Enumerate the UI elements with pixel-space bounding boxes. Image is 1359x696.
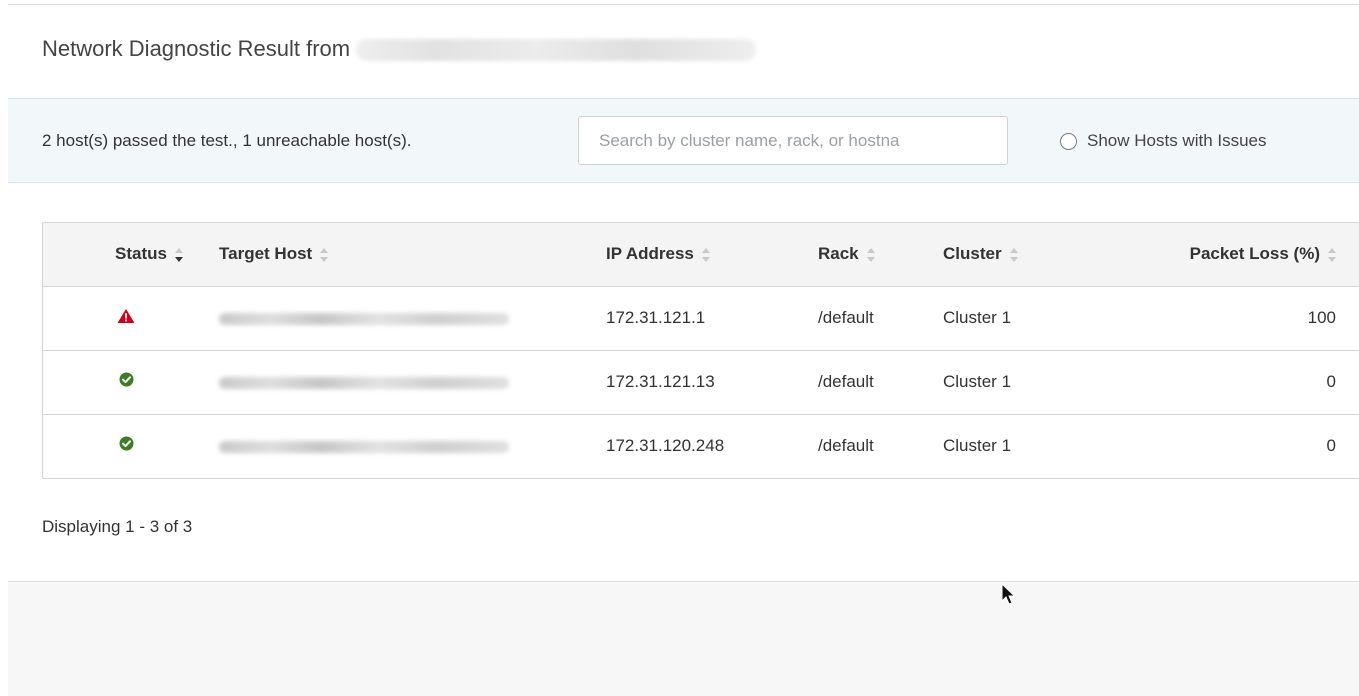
- column-header-cluster-label: Cluster: [943, 244, 1002, 264]
- table-header-row: Status Target Host IP Address Rack Clust…: [43, 223, 1359, 287]
- warning-triangle-icon: [117, 308, 135, 329]
- status-cell: [43, 350, 209, 415]
- radio-button[interactable]: [1060, 132, 1077, 150]
- results-table-container: Status Target Host IP Address Rack Clust…: [42, 222, 1359, 479]
- status-cell: [43, 414, 209, 478]
- page-title: Network Diagnostic Result from: [42, 36, 757, 62]
- sort-icon[interactable]: [701, 247, 710, 262]
- column-header-status[interactable]: Status: [43, 223, 209, 287]
- results-table: Status Target Host IP Address Rack Clust…: [43, 223, 1359, 478]
- pagination-text: Displaying 1 - 3 of 3: [42, 517, 193, 536]
- redacted-hostname: [219, 376, 509, 389]
- table-row: 172.31.121.1 /default Cluster 1 100: [43, 286, 1359, 351]
- show-hosts-with-issues-toggle[interactable]: Show Hosts with Issues: [1060, 131, 1267, 151]
- page-header: Network Diagnostic Result from: [8, 4, 1359, 99]
- column-header-cluster[interactable]: Cluster: [943, 223, 1126, 287]
- column-header-ip-address-label: IP Address: [606, 244, 694, 264]
- column-header-packet-loss-label: Packet Loss (%): [1189, 244, 1320, 264]
- target-host-cell: [209, 414, 606, 478]
- redacted-source-hostname: [356, 39, 757, 62]
- packet-loss-cell: 0: [1126, 350, 1359, 415]
- summary-bar: 2 host(s) passed the test., 1 unreachabl…: [8, 98, 1359, 183]
- column-header-target-host-label: Target Host: [219, 244, 313, 264]
- cluster-cell: Cluster 1: [943, 286, 1126, 351]
- column-header-rack-label: Rack: [818, 244, 859, 264]
- check-circle-icon: [119, 436, 134, 456]
- sort-icon[interactable]: [866, 247, 875, 262]
- ip-address-cell: 172.31.121.1: [606, 286, 818, 351]
- sort-icon[interactable]: [175, 247, 183, 262]
- status-cell: [43, 286, 209, 351]
- check-circle-icon: [119, 372, 134, 392]
- search-input[interactable]: [578, 116, 1008, 165]
- cluster-cell: Cluster 1: [943, 350, 1126, 415]
- packet-loss-cell: 100: [1126, 286, 1359, 351]
- summary-text: 2 host(s) passed the test., 1 unreachabl…: [42, 131, 412, 150]
- bottom-panel: [8, 581, 1359, 696]
- ip-address-cell: 172.31.120.248: [606, 436, 725, 455]
- column-header-ip-address[interactable]: IP Address: [606, 223, 818, 287]
- page-title-text: Network Diagnostic Result from: [42, 36, 351, 61]
- mouse-pointer-icon: [1001, 582, 1017, 612]
- sort-icon[interactable]: [1009, 247, 1018, 262]
- rack-cell: /default: [818, 286, 943, 351]
- sort-icon[interactable]: [1328, 247, 1336, 262]
- target-host-cell: [209, 350, 606, 415]
- target-host-cell: [209, 286, 606, 351]
- show-hosts-with-issues-label: Show Hosts with Issues: [1087, 131, 1267, 150]
- sort-icon[interactable]: [320, 247, 329, 262]
- packet-loss-cell: 0: [1326, 436, 1336, 455]
- column-header-rack[interactable]: Rack: [818, 223, 943, 287]
- column-header-target-host[interactable]: Target Host: [209, 223, 606, 287]
- redacted-hostname: [219, 312, 509, 325]
- cluster-cell: Cluster 1: [943, 436, 1012, 455]
- column-header-status-label: Status: [115, 244, 167, 264]
- network-diagnostic-page: Network Diagnostic Result from 2 host(s)…: [0, 0, 1359, 696]
- table-row: 172.31.120.248 /default Cluster 1 0: [43, 414, 1359, 478]
- rack-cell: /default: [818, 436, 874, 455]
- redacted-hostname: [219, 440, 509, 453]
- rack-cell: /default: [818, 350, 943, 415]
- ip-address-cell: 172.31.121.13: [606, 350, 818, 415]
- column-header-packet-loss[interactable]: Packet Loss (%): [1126, 223, 1359, 287]
- table-row: 172.31.121.13 /default Cluster 1 0: [43, 350, 1359, 415]
